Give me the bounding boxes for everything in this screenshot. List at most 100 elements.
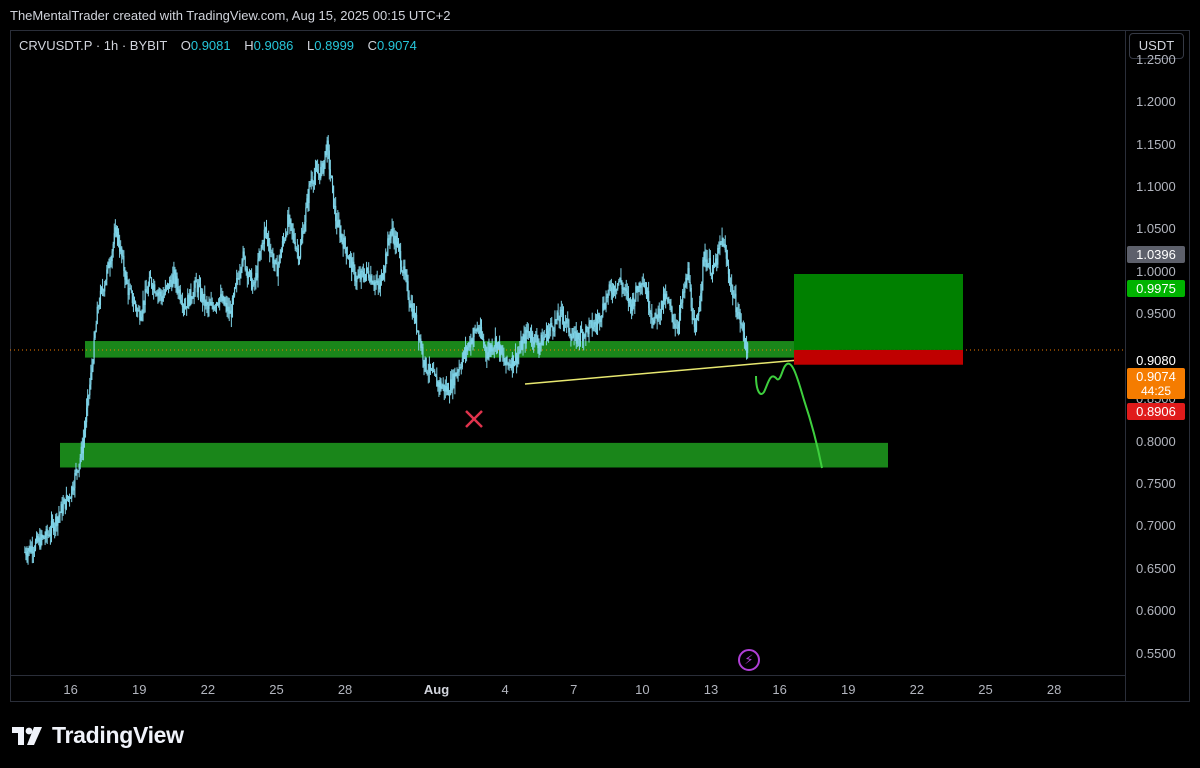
candle-body: [373, 284, 375, 286]
candle-body: [500, 346, 502, 356]
candle-body: [555, 319, 557, 321]
candle-body: [499, 342, 501, 356]
candle-body: [27, 550, 29, 557]
candle-body: [91, 367, 93, 373]
candle-body: [450, 379, 452, 395]
candle-body: [396, 241, 399, 247]
candle-body: [720, 241, 722, 243]
candle-body: [346, 256, 348, 258]
candle-body: [556, 312, 558, 321]
candle-body: [597, 314, 600, 319]
price-tick-label: 1.2000: [1136, 94, 1176, 110]
candle-body: [291, 223, 293, 231]
candle-body: [741, 324, 743, 326]
candle-body: [314, 168, 317, 177]
candle-body: [742, 324, 744, 333]
candle-body: [231, 297, 234, 318]
candle-body: [712, 263, 715, 269]
time-tick-label: 22: [200, 682, 216, 697]
candle-body: [309, 183, 311, 185]
candle-body: [276, 263, 278, 277]
price-axis-label: 1.0396: [1127, 246, 1185, 263]
candle-body: [422, 347, 424, 361]
candle-body: [370, 275, 372, 282]
candle-body: [162, 295, 164, 301]
candle-body: [554, 319, 556, 331]
candle-body: [194, 280, 196, 288]
candle-body: [88, 395, 90, 397]
price-chart[interactable]: [0, 0, 1200, 768]
candle-body: [671, 307, 673, 315]
candle-body: [691, 307, 693, 320]
candle-body: [298, 257, 301, 260]
candle-body: [165, 285, 168, 287]
candle-body: [708, 258, 710, 265]
candle-body: [587, 327, 589, 335]
candle-body: [172, 274, 174, 287]
symbol-label[interactable]: CRVUSDT.P · 1h · BYBIT: [19, 38, 167, 53]
candle-body: [589, 321, 591, 324]
candle-body: [574, 331, 576, 334]
candle-body: [129, 288, 131, 290]
candle-body: [34, 541, 37, 550]
candle-body: [159, 291, 161, 294]
candle-body: [74, 472, 76, 489]
candle-body: [227, 306, 229, 312]
candle-body: [591, 320, 593, 330]
candle-body: [67, 496, 70, 499]
candle-body: [275, 259, 277, 264]
candle-body: [735, 293, 737, 313]
candle-body: [633, 297, 635, 307]
candle-body: [641, 283, 643, 285]
candle-body: [192, 297, 194, 299]
candle-body: [263, 229, 265, 244]
candle-body: [221, 294, 223, 302]
candle-body: [25, 552, 27, 556]
candle-body: [321, 163, 323, 167]
candle-body: [54, 526, 56, 532]
candle-body: [454, 372, 456, 386]
candle-body: [471, 339, 473, 344]
candle-body: [448, 394, 451, 396]
candle-body: [522, 339, 524, 350]
candle-body: [711, 268, 714, 275]
candle-body: [339, 225, 341, 238]
candle-body: [106, 269, 108, 280]
candle-body: [659, 312, 661, 319]
candle-body: [458, 367, 460, 372]
candle-body: [542, 337, 544, 346]
price-tick-label: 0.6500: [1136, 560, 1176, 576]
candle-body: [517, 354, 519, 364]
candle-body: [368, 270, 370, 278]
candle-body: [545, 328, 548, 336]
stop-zone: [794, 349, 963, 365]
candle-body: [163, 293, 165, 296]
candle-body: [216, 302, 219, 305]
candle-body: [264, 228, 267, 230]
candle-body: [380, 274, 383, 281]
candle-body: [157, 292, 159, 296]
candle-body: [435, 374, 437, 377]
candle-body: [110, 261, 112, 265]
candle-body: [82, 438, 85, 454]
lightning-icon[interactable]: ⚡: [738, 649, 760, 671]
tradingview-logo-icon: [12, 726, 42, 745]
candle-body: [728, 273, 731, 283]
candle-body: [308, 184, 310, 204]
candle-body: [95, 323, 97, 333]
candle-body: [293, 233, 295, 242]
candle-body: [31, 546, 33, 554]
candle-body: [590, 320, 592, 322]
candle-body: [58, 514, 60, 518]
candle-body: [648, 290, 650, 309]
candle-body: [378, 284, 380, 290]
candle-body: [439, 381, 441, 388]
candle-body: [663, 293, 666, 302]
candle-body: [114, 227, 116, 234]
candle-body: [483, 339, 485, 345]
candle-body: [613, 285, 616, 292]
candle-body: [80, 446, 82, 458]
candle-body: [564, 322, 567, 324]
time-tick-label: 7: [570, 682, 578, 697]
candle-body: [433, 370, 435, 373]
